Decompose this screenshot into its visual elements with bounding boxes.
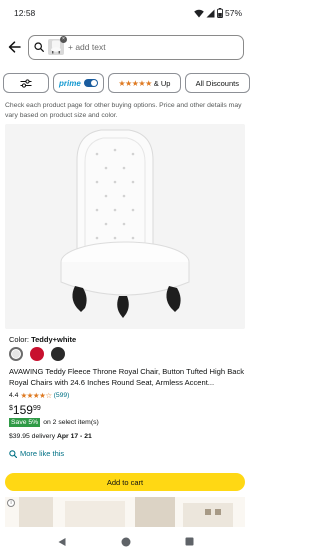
remove-image-icon[interactable]: × bbox=[60, 36, 67, 43]
back-button[interactable] bbox=[6, 39, 22, 55]
prime-filter-toggle[interactable]: prime bbox=[52, 73, 105, 93]
color-value: Teddy+white bbox=[31, 335, 77, 344]
prime-logo: prime bbox=[59, 78, 81, 88]
discounts-filter-label: All Discounts bbox=[195, 78, 239, 88]
delivery-info: $39.95 delivery Apr 17 - 21 bbox=[9, 433, 92, 440]
rating-stars-icon: ★★★★☆ bbox=[20, 391, 52, 400]
rating-value: 4.4 bbox=[9, 392, 19, 399]
back-triangle-icon[interactable] bbox=[57, 537, 67, 547]
info-icon[interactable]: i bbox=[7, 499, 15, 507]
rating-filter-label: & Up bbox=[153, 78, 171, 88]
search-placeholder: + add text bbox=[68, 42, 106, 52]
save-offer: Save 5% on 2 select item(s) bbox=[9, 418, 99, 427]
rating-filter-chip[interactable]: ★★★★★ & Up bbox=[108, 73, 181, 93]
color-label: Color: bbox=[9, 335, 30, 344]
color-swatches bbox=[9, 347, 65, 361]
swatch-red[interactable] bbox=[30, 347, 44, 361]
save-text: on 2 select item(s) bbox=[43, 419, 99, 426]
delivery-price: $39.95 delivery bbox=[9, 433, 56, 440]
status-bar: 12:58 57% bbox=[0, 0, 250, 26]
throne-chair-illustration bbox=[5, 124, 245, 329]
battery-percent: 57% bbox=[224, 8, 242, 18]
prime-toggle-switch[interactable] bbox=[83, 79, 98, 87]
delivery-dates: Apr 17 - 21 bbox=[57, 433, 92, 440]
swatch-black[interactable] bbox=[51, 347, 65, 361]
search-icon bbox=[34, 42, 44, 52]
rating-count: (599) bbox=[53, 392, 70, 399]
search-bar: × + add text bbox=[0, 31, 250, 63]
more-like-this-label: More like this bbox=[20, 449, 65, 458]
battery-icon bbox=[217, 8, 223, 18]
status-icons: 57% bbox=[194, 8, 242, 18]
price-whole: 159 bbox=[12, 403, 33, 417]
buying-options-notice: Check each product page for other buying… bbox=[5, 102, 242, 119]
filter-settings-button[interactable] bbox=[3, 73, 49, 93]
product-price: $ 159 99 bbox=[9, 404, 41, 417]
next-product-preview[interactable] bbox=[5, 497, 245, 527]
more-like-this-link[interactable]: More like this bbox=[9, 449, 64, 458]
add-to-cart-button[interactable]: Add to cart bbox=[5, 473, 245, 491]
product-rating[interactable]: 4.4 ★★★★☆ (599) bbox=[9, 391, 69, 400]
back-arrow-icon bbox=[8, 41, 21, 53]
wifi-icon bbox=[194, 9, 204, 17]
search-icon bbox=[9, 449, 17, 458]
image-thumbnail[interactable]: × bbox=[48, 36, 67, 55]
status-time: 12:58 bbox=[14, 8, 36, 18]
save-badge: Save 5% bbox=[9, 418, 41, 427]
recents-square-icon[interactable] bbox=[185, 537, 194, 546]
filter-bar: prime ★★★★★ & Up All Discounts bbox=[3, 73, 250, 93]
signal-icon bbox=[206, 9, 215, 17]
sliders-icon bbox=[20, 78, 32, 88]
home-circle-icon[interactable] bbox=[121, 537, 131, 547]
next-product-image bbox=[5, 497, 245, 527]
discounts-filter-chip[interactable]: All Discounts bbox=[184, 73, 250, 93]
rating-filter-stars: ★★★★★ bbox=[118, 78, 152, 88]
system-navigation-bar bbox=[0, 528, 250, 555]
search-input[interactable]: × + add text bbox=[28, 34, 244, 60]
color-selection-label: Color: Teddy+white bbox=[9, 335, 76, 344]
price-fraction: 99 bbox=[32, 405, 41, 412]
product-image[interactable] bbox=[5, 124, 245, 329]
swatch-white[interactable] bbox=[9, 347, 23, 361]
